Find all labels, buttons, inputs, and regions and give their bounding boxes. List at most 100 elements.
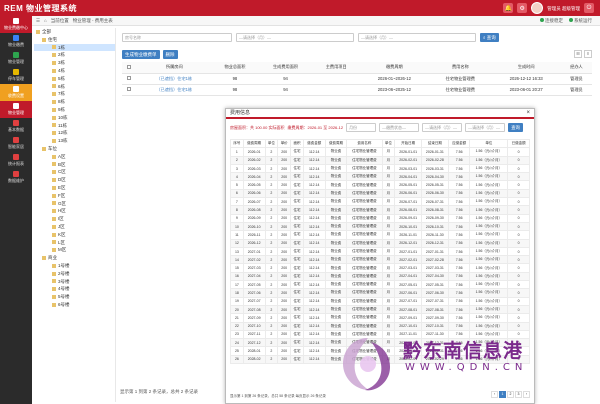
tree-node[interactable]: J区 [34,223,115,231]
sidebar-item-1[interactable]: 物业缴费 [0,33,32,50]
row-checkbox-cell[interactable] [122,73,137,85]
menu-toggle-icon[interactable]: ☰ [36,18,40,24]
modal-month-input[interactable]: 月份 [346,123,377,132]
generate-bill-button[interactable]: 生成物业缴费单 [122,50,160,59]
tree-node[interactable]: 5栋 [34,75,115,83]
table-row[interactable]: （已遮挡）住宅1栋 98 94 2023-06~2025-12 住宅物业管理费 2023-… [122,84,592,96]
modal-table-row[interactable]: 19 2027-07 2 200 住宅 112.14 物业费 住宅物业管理费月 2027-07-… [230,296,530,306]
tree-node[interactable]: L区 [34,239,115,247]
sidebar-item-3[interactable]: 停车管理 [0,67,32,84]
tree-node[interactable]: F区 [34,192,115,200]
tree-node[interactable]: 6栋 [34,83,115,91]
user-name[interactable]: 管理员 超级管理 [547,6,580,11]
tree-node[interactable]: M区 [34,246,115,254]
sidebar-item-6[interactable]: 基本数据 [0,118,32,135]
modal-table-row[interactable]: 8 2026-08 2 200 住宅 112.14 物业费 住宅物业管理费月 2026-08-0… [230,205,530,215]
tree-node[interactable]: 住宅 [34,36,115,44]
tree-node[interactable]: 10栋 [34,114,115,122]
modal-table-row[interactable]: 12 2026-12 2 200 住宅 112.14 物业费 住宅物业管理费月 2026-12-… [230,238,530,248]
tree-node[interactable]: C区 [34,168,115,176]
tree-node[interactable]: D区 [34,176,115,184]
tree-node[interactable]: 1栋 [34,43,115,52]
tree-node[interactable]: 11栋 [34,122,115,130]
tree-node[interactable]: 8栋 [34,98,115,106]
sidebar-item-4[interactable]: 收费设置 [0,84,32,101]
modal-column-header[interactable]: 序号 [230,138,244,149]
tree-node[interactable]: 12栋 [34,129,115,137]
month-select-2[interactable]: —请选择（月）— [358,32,476,42]
room-name-input[interactable]: 房号名称 [122,32,232,42]
modal-column-header[interactable]: 开始日期 [394,138,423,149]
modal-column-header[interactable]: 缴费周期 [242,138,266,149]
tree-node[interactable]: 3号楼 [34,278,115,286]
sidebar-item-5[interactable]: 物业管理 [0,101,32,118]
columns-icon[interactable]: ☷ [574,50,582,58]
tree-node[interactable]: 1号楼 [34,262,115,270]
modal-column-header[interactable]: 单位 [469,138,509,149]
tree-node[interactable]: 2号楼 [34,270,115,278]
table-cell[interactable]: （已遮挡）住宅1栋 [136,73,212,85]
modal-column-header[interactable]: 单价 [277,138,292,149]
modal-table-row[interactable]: 22 2027-10 2 200 住宅 112.14 物业费 住宅物业管理费月 2027-10-… [230,321,530,331]
modal-column-header[interactable]: 应缴金额 [447,138,471,149]
tree-node[interactable]: K区 [34,231,115,239]
tree-node[interactable]: 全部 [34,28,115,36]
tree-node[interactable]: 5号楼 [34,293,115,301]
column-header[interactable]: 主费用项目 [312,62,360,74]
modal-column-header[interactable]: 已缴金额 [507,138,530,149]
modal-table-row[interactable]: 16 2027-04 2 200 住宅 112.14 物业费 住宅物业管理费月 2027-04-… [230,271,530,282]
tree-node[interactable]: 13栋 [34,137,115,145]
tree-node[interactable]: 9栋 [34,106,115,114]
tree-node[interactable]: B区 [34,161,115,169]
sidebar-item-2[interactable]: 物业管理 [0,50,32,67]
power-icon[interactable]: ⏻ [584,3,594,13]
delete-button[interactable]: 删除 [162,50,178,59]
modal-column-header[interactable]: 缴费周期 [324,138,348,149]
tree-node[interactable]: I区 [34,215,115,223]
modal-table-row[interactable]: 1 2026-01 2 200 住宅 112.14 物业费 住宅物业管理费月 2026-01-0… [230,147,530,157]
modal-table-row[interactable]: 17 2027-05 2 200 住宅 112.14 物业费 住宅物业管理费月 2027-05-… [230,280,530,290]
select-all-checkbox[interactable] [127,64,132,69]
column-header[interactable]: 所属房间 [136,62,212,74]
tree-node[interactable]: 7栋 [34,90,115,98]
settings-icon[interactable]: ⚙ [517,3,528,13]
list-icon[interactable]: ≡ [584,50,592,58]
column-header[interactable]: 经办人 [560,62,592,74]
column-header[interactable]: 费用名称 [429,62,492,74]
sidebar-item-8[interactable]: 统计报表 [0,152,32,169]
tree-node[interactable]: H区 [34,207,115,215]
bell-icon[interactable]: 🔔 [503,3,514,13]
modal-table-row[interactable]: 9 2026-09 2 200 住宅 112.14 物业费 住宅物业管理费月 2026-09-0… [230,213,530,223]
avatar[interactable] [531,2,544,14]
tree-node[interactable]: G区 [34,200,115,208]
modal-column-header[interactable]: 结束日期 [421,138,449,149]
column-header[interactable]: 缴费周期 [359,62,430,74]
column-header[interactable]: 物业总面积 [211,62,259,74]
modal-table-row[interactable]: 14 2027-02 2 200 住宅 112.14 物业费 住宅物业管理费月 2027-02-… [230,255,530,265]
modal-table-row[interactable]: 11 2026-11 2 200 住宅 112.14 物业费 住宅物业管理费月 2026-11-… [230,230,530,240]
tree-node[interactable]: 商业 [34,254,115,262]
modal-table-row[interactable]: 2 2026-02 2 200 住宅 112.14 物业费 住宅物业管理费月 2026-02-0… [230,155,530,165]
tree-node[interactable]: E区 [34,184,115,192]
modal-table-row[interactable]: 20 2027-08 2 200 住宅 112.14 物业费 住宅物业管理费月 2027-08-… [230,304,530,315]
close-icon[interactable]: × [526,108,530,118]
modal-column-header[interactable]: 面积 [290,138,304,149]
modal-search-button[interactable]: 查询 [508,123,524,132]
tree-node[interactable]: 3栋 [34,59,115,67]
column-header[interactable]: 生成费用面积 [258,62,313,74]
modal-column-header[interactable]: 费用名称 [346,138,383,149]
tree-node[interactable]: 2栋 [34,51,115,59]
modal-table-row[interactable]: 21 2027-09 2 200 住宅 112.14 物业费 住宅物业管理费月 2027-09-… [230,313,530,323]
modal-table-row[interactable]: 10 2026-10 2 200 住宅 112.14 物业费 住宅物业管理费月 2026-10-… [230,221,530,232]
modal-month-select-1[interactable]: —请选择（月）— [422,123,463,132]
tree-node[interactable]: A区 [34,153,115,161]
modal-table-row[interactable]: 5 2026-05 2 200 住宅 112.14 物业费 住宅物业管理费月 2026-05-0… [230,180,530,190]
modal-table-row[interactable]: 4 2026-04 2 200 住宅 112.14 物业费 住宅物业管理费月 2026-04-0… [230,172,530,182]
tree-node[interactable]: 车位 [34,145,115,153]
modal-table-row[interactable]: 6 2026-06 2 200 住宅 112.14 物业费 住宅物业管理费月 2026-06-0… [230,188,530,199]
modal-table-row[interactable]: 7 2026-07 2 200 住宅 112.14 物业费 住宅物业管理费月 2026-07-0… [230,197,530,207]
row-checkbox[interactable] [127,76,132,80]
modal-column-header[interactable]: 单位 [264,138,279,149]
modal-status-select[interactable]: —缴费状态— [379,123,420,132]
table-cell[interactable]: （已遮挡）住宅1栋 [136,84,212,96]
